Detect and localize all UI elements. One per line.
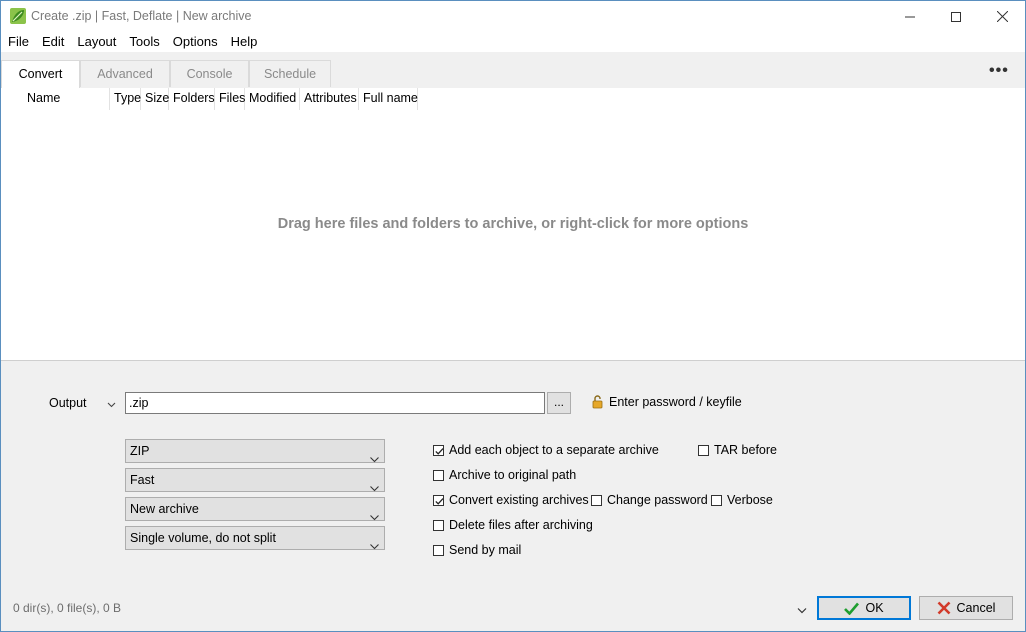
ok-button[interactable]: OK: [817, 596, 911, 620]
checkbox-unchecked[interactable]: [591, 494, 602, 506]
file-list[interactable]: Name Type Size Folders Files Modified At…: [1, 88, 1025, 361]
checkbox-unchecked[interactable]: [698, 444, 709, 456]
format-select[interactable]: ZIP: [125, 439, 385, 463]
column-size[interactable]: Size: [141, 88, 169, 110]
format-select-value: ZIP: [130, 444, 150, 458]
archive-mode-select[interactable]: New archive: [125, 497, 385, 521]
tab-schedule[interactable]: Schedule: [249, 60, 331, 87]
menu-edit[interactable]: Edit: [35, 32, 70, 52]
cancel-button[interactable]: Cancel: [919, 596, 1013, 620]
output-label: Output: [49, 396, 87, 410]
convert-existing-label: Convert existing archives: [449, 493, 589, 507]
drop-hint: Drag here files and folders to archive, …: [277, 216, 749, 232]
checkmark-icon: [844, 602, 860, 615]
output-menu-chevron-icon[interactable]: [107, 397, 116, 412]
enter-password-link[interactable]: Enter password / keyfile: [609, 395, 742, 409]
checkbox-unchecked[interactable]: [433, 469, 444, 481]
tar-before-label: TAR before: [714, 443, 777, 457]
output-path-input[interactable]: [125, 392, 545, 414]
column-attributes[interactable]: Attributes: [300, 88, 359, 110]
minimize-button[interactable]: [887, 1, 933, 32]
tab-console[interactable]: Console: [170, 60, 249, 87]
change-password-checkbox[interactable]: Change password: [591, 493, 708, 507]
separate-archive-checkbox[interactable]: Add each object to a separate archive: [433, 443, 659, 457]
app-window: Create .zip | Fast, Deflate | New archiv…: [0, 0, 1026, 632]
checkbox-checked[interactable]: [433, 444, 444, 456]
tab-convert[interactable]: Convert: [1, 60, 80, 89]
compression-select[interactable]: Fast: [125, 468, 385, 492]
split-select[interactable]: Single volume, do not split: [125, 526, 385, 550]
send-mail-label: Send by mail: [449, 543, 522, 557]
browse-button[interactable]: ...: [547, 392, 571, 414]
chevron-down-icon: [370, 477, 379, 499]
tar-before-checkbox[interactable]: TAR before: [698, 443, 777, 457]
verbose-label: Verbose: [727, 493, 773, 507]
chevron-down-icon: [370, 535, 379, 557]
compression-select-value: Fast: [130, 473, 155, 487]
chevron-down-icon: [370, 506, 379, 528]
column-modified[interactable]: Modified: [245, 88, 300, 110]
menu-options[interactable]: Options: [166, 32, 224, 52]
padlock-open-icon[interactable]: [591, 395, 605, 412]
window-title: Create .zip | Fast, Deflate | New archiv…: [31, 9, 252, 23]
convert-existing-checkbox[interactable]: Convert existing archives: [433, 493, 589, 507]
menu-file[interactable]: File: [1, 32, 35, 52]
original-path-label: Archive to original path: [449, 468, 577, 482]
delete-after-label: Delete files after archiving: [449, 518, 593, 532]
more-options-button[interactable]: •••: [989, 62, 1009, 80]
menu-help[interactable]: Help: [224, 32, 264, 52]
tab-strip: Convert Advanced Console Schedule •••: [1, 52, 1025, 89]
split-select-value: Single volume, do not split: [130, 531, 276, 545]
x-icon: [937, 601, 950, 615]
change-password-label: Change password: [607, 493, 708, 507]
close-button[interactable]: [979, 1, 1025, 32]
column-name[interactable]: Name: [23, 88, 110, 110]
archive-mode-select-value: New archive: [130, 502, 199, 516]
checkbox-unchecked[interactable]: [433, 544, 444, 556]
verbose-checkbox[interactable]: Verbose: [711, 493, 773, 507]
menu-tools[interactable]: Tools: [122, 32, 165, 52]
chevron-down-icon: [370, 448, 379, 470]
menu-bar: File Edit Layout Tools Options Help: [1, 32, 1025, 52]
column-folders[interactable]: Folders: [169, 88, 215, 110]
peazip-leaf-icon: [10, 8, 26, 24]
original-path-checkbox[interactable]: Archive to original path: [433, 468, 576, 482]
ok-button-label: OK: [865, 601, 884, 615]
send-mail-checkbox[interactable]: Send by mail: [433, 543, 521, 557]
column-type[interactable]: Type: [110, 88, 141, 110]
column-files[interactable]: Files: [215, 88, 245, 110]
checkbox-unchecked[interactable]: [433, 519, 444, 531]
column-header-row: Name Type Size Folders Files Modified At…: [23, 88, 418, 110]
separate-archive-label: Add each object to a separate archive: [449, 443, 659, 457]
checkbox-checked[interactable]: [433, 494, 444, 506]
chevron-down-icon[interactable]: [797, 603, 807, 618]
menu-layout[interactable]: Layout: [70, 32, 122, 52]
maximize-button[interactable]: [933, 1, 979, 32]
tab-advanced[interactable]: Advanced: [80, 60, 170, 87]
status-text: 0 dir(s), 0 file(s), 0 B: [13, 601, 122, 615]
delete-after-checkbox[interactable]: Delete files after archiving: [433, 518, 593, 532]
cancel-button-label: Cancel: [956, 601, 996, 615]
options-panel: Output ... Enter password / keyfile ZIP …: [1, 361, 1025, 631]
title-bar: Create .zip | Fast, Deflate | New archiv…: [1, 1, 1025, 32]
column-full-name[interactable]: Full name: [359, 88, 418, 110]
checkbox-unchecked[interactable]: [711, 494, 722, 506]
